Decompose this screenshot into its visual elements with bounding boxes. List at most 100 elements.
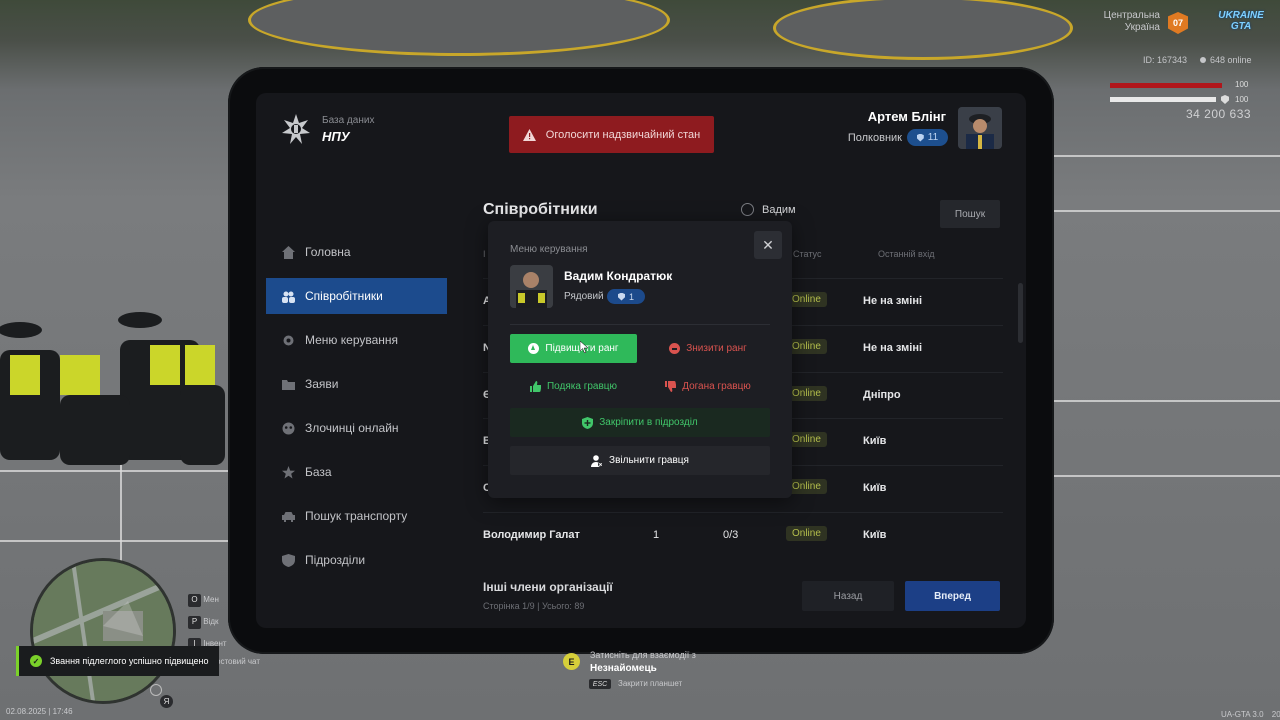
close-icon: ✕ <box>762 236 774 253</box>
hint-key: O <box>188 593 201 607</box>
row-name: Володимир Галат <box>483 529 580 541</box>
mask-icon <box>282 422 295 434</box>
officers-figures <box>0 312 225 465</box>
sidebar-item-vehicle-search[interactable]: Пошук транспорту <box>266 498 447 534</box>
column-header-status: Статус <box>793 249 822 259</box>
sidebar-item-home[interactable]: Головна <box>266 234 447 270</box>
page-title: Співробітники <box>483 201 598 218</box>
column-header-id: І <box>483 249 486 259</box>
sidebar-item-control-menu[interactable]: Меню керування <box>266 322 447 358</box>
thanks-label: Подяка гравцю <box>546 381 618 392</box>
region-name-line1: Центральна <box>1103 10 1160 21</box>
police-star-logo-icon <box>282 114 310 144</box>
users-icon <box>282 291 295 303</box>
page-info: Сторінка 1/9 | Усього: 89 <box>483 601 585 611</box>
avatar <box>510 265 553 308</box>
star-icon <box>282 465 295 478</box>
shield-plus-icon <box>582 416 594 429</box>
target-rank: Рядовий <box>564 291 604 302</box>
minimap <box>30 558 176 704</box>
user-remove-icon <box>591 454 604 467</box>
version: UA-GTA 3.0 20 <box>1221 710 1280 719</box>
esc-text: Закрити планшет <box>618 679 683 688</box>
hint-row: P Відк <box>188 611 227 633</box>
version-suffix: 20 <box>1271 710 1280 719</box>
avatar-image <box>958 107 1002 149</box>
hint-label: Відк <box>203 617 219 626</box>
arrow-up-circle-icon <box>528 343 540 354</box>
status-badge: Online <box>786 339 827 354</box>
reprimand-label: Догана гравцю <box>682 381 751 392</box>
fire-player-button[interactable]: Звільнити гравця <box>510 446 770 475</box>
current-user-avatar[interactable] <box>958 107 1002 149</box>
next-button[interactable]: Вперед <box>905 581 1000 611</box>
promote-button[interactable]: Підвищити ранг <box>510 334 637 363</box>
arrow-down-circle-icon <box>669 343 681 354</box>
hint-label: Мен <box>203 595 219 604</box>
shield-icon <box>617 292 625 301</box>
helipad-right <box>773 0 1073 60</box>
sidebar-item-label: База <box>305 465 332 479</box>
brand-subtitle: База даних <box>322 115 375 126</box>
current-user-rank: Полковник <box>847 132 902 144</box>
assign-unit-button[interactable]: Закріпити в підрозділ <box>510 408 770 437</box>
sidebar-item-units[interactable]: Підрозділи <box>266 542 447 578</box>
armor-bar <box>1110 97 1216 102</box>
target-name: Вадим Кондратюк <box>564 269 673 283</box>
player-id: ID: 167343 <box>1143 55 1188 65</box>
row-warns: 0/3 <box>723 529 739 541</box>
mouse-cursor-icon <box>580 341 588 353</box>
server-logo: UKRAINE GTA <box>1218 10 1264 32</box>
divider <box>510 324 770 325</box>
sidebar-item-label: Злочинці онлайн <box>305 421 399 435</box>
search-icon <box>741 203 754 216</box>
current-user-rank-level: 11 <box>927 132 939 143</box>
sidebar-item-base[interactable]: База <box>266 454 447 490</box>
other-members-title: Інші члени організації <box>483 580 613 594</box>
search-input[interactable] <box>762 201 932 219</box>
interact-target: Незнайомець <box>590 663 657 674</box>
declare-emergency-button[interactable]: Оголосити надзвичайний стан <box>509 116 714 153</box>
reprimand-button[interactable]: Догана гравцю <box>646 372 770 401</box>
armor-value: 100 <box>1235 95 1249 104</box>
demote-button[interactable]: Знизити ранг <box>646 334 770 363</box>
version-label: UA-GTA 3.0 <box>1221 710 1264 719</box>
sidebar-item-criminals-online[interactable]: Злочинці онлайн <box>266 410 447 446</box>
interact-key: E <box>563 653 580 670</box>
status-badge: Online <box>786 292 827 307</box>
hud-region: Центральна Україна <box>1080 10 1160 34</box>
health-value: 100 <box>1235 80 1249 89</box>
datetime: 02.08.2025 | 17:46 <box>6 707 73 716</box>
sidebar-item-employees[interactable]: Співробітники <box>266 278 447 314</box>
demote-label: Знизити ранг <box>686 343 747 354</box>
hint-key: P <box>188 615 201 629</box>
search-button[interactable]: Пошук <box>940 200 1000 228</box>
helipad-left <box>248 0 670 56</box>
notification-text: Звання підлеглого успішно підвищено <box>50 656 209 666</box>
sidebar-item-applications[interactable]: Заяви <box>266 366 447 402</box>
warning-triangle-icon <box>522 128 536 141</box>
control-menu-modal: Меню керування ✕ Вадим Кондратюк Рядовий… <box>488 221 792 498</box>
sidebar-item-label: Заяви <box>305 377 339 391</box>
interact-text: Затисніть для взаємодії з <box>590 650 696 660</box>
thanks-button[interactable]: Подяка гравцю <box>510 372 637 401</box>
table-row[interactable]: Володимир Галат 1 0/3 Online Київ <box>483 512 1003 558</box>
sidebar-item-label: Підрозділи <box>305 553 366 567</box>
esc-key: ESC <box>589 679 611 689</box>
home-icon <box>282 245 295 259</box>
row-location: Дніпро <box>863 389 901 401</box>
close-button[interactable]: ✕ <box>754 231 782 259</box>
sidebar-item-label: Головна <box>305 245 351 259</box>
row-location: Київ <box>863 435 887 447</box>
voice-key: Я <box>160 695 173 708</box>
modal-label: Меню керування <box>510 244 588 255</box>
scrollbar-thumb[interactable] <box>1018 283 1023 343</box>
region-name-line2: Україна <box>1124 22 1160 33</box>
sidebar-item-label: Співробітники <box>305 289 383 303</box>
back-button[interactable]: Назад <box>802 581 894 611</box>
row-location: Київ <box>863 482 887 494</box>
current-user-rank-badge: 11 <box>907 129 948 146</box>
shield-icon <box>282 553 295 567</box>
chat-hint: остовий чат <box>216 657 260 666</box>
declare-emergency-label: Оголосити надзвичайний стан <box>545 128 701 141</box>
